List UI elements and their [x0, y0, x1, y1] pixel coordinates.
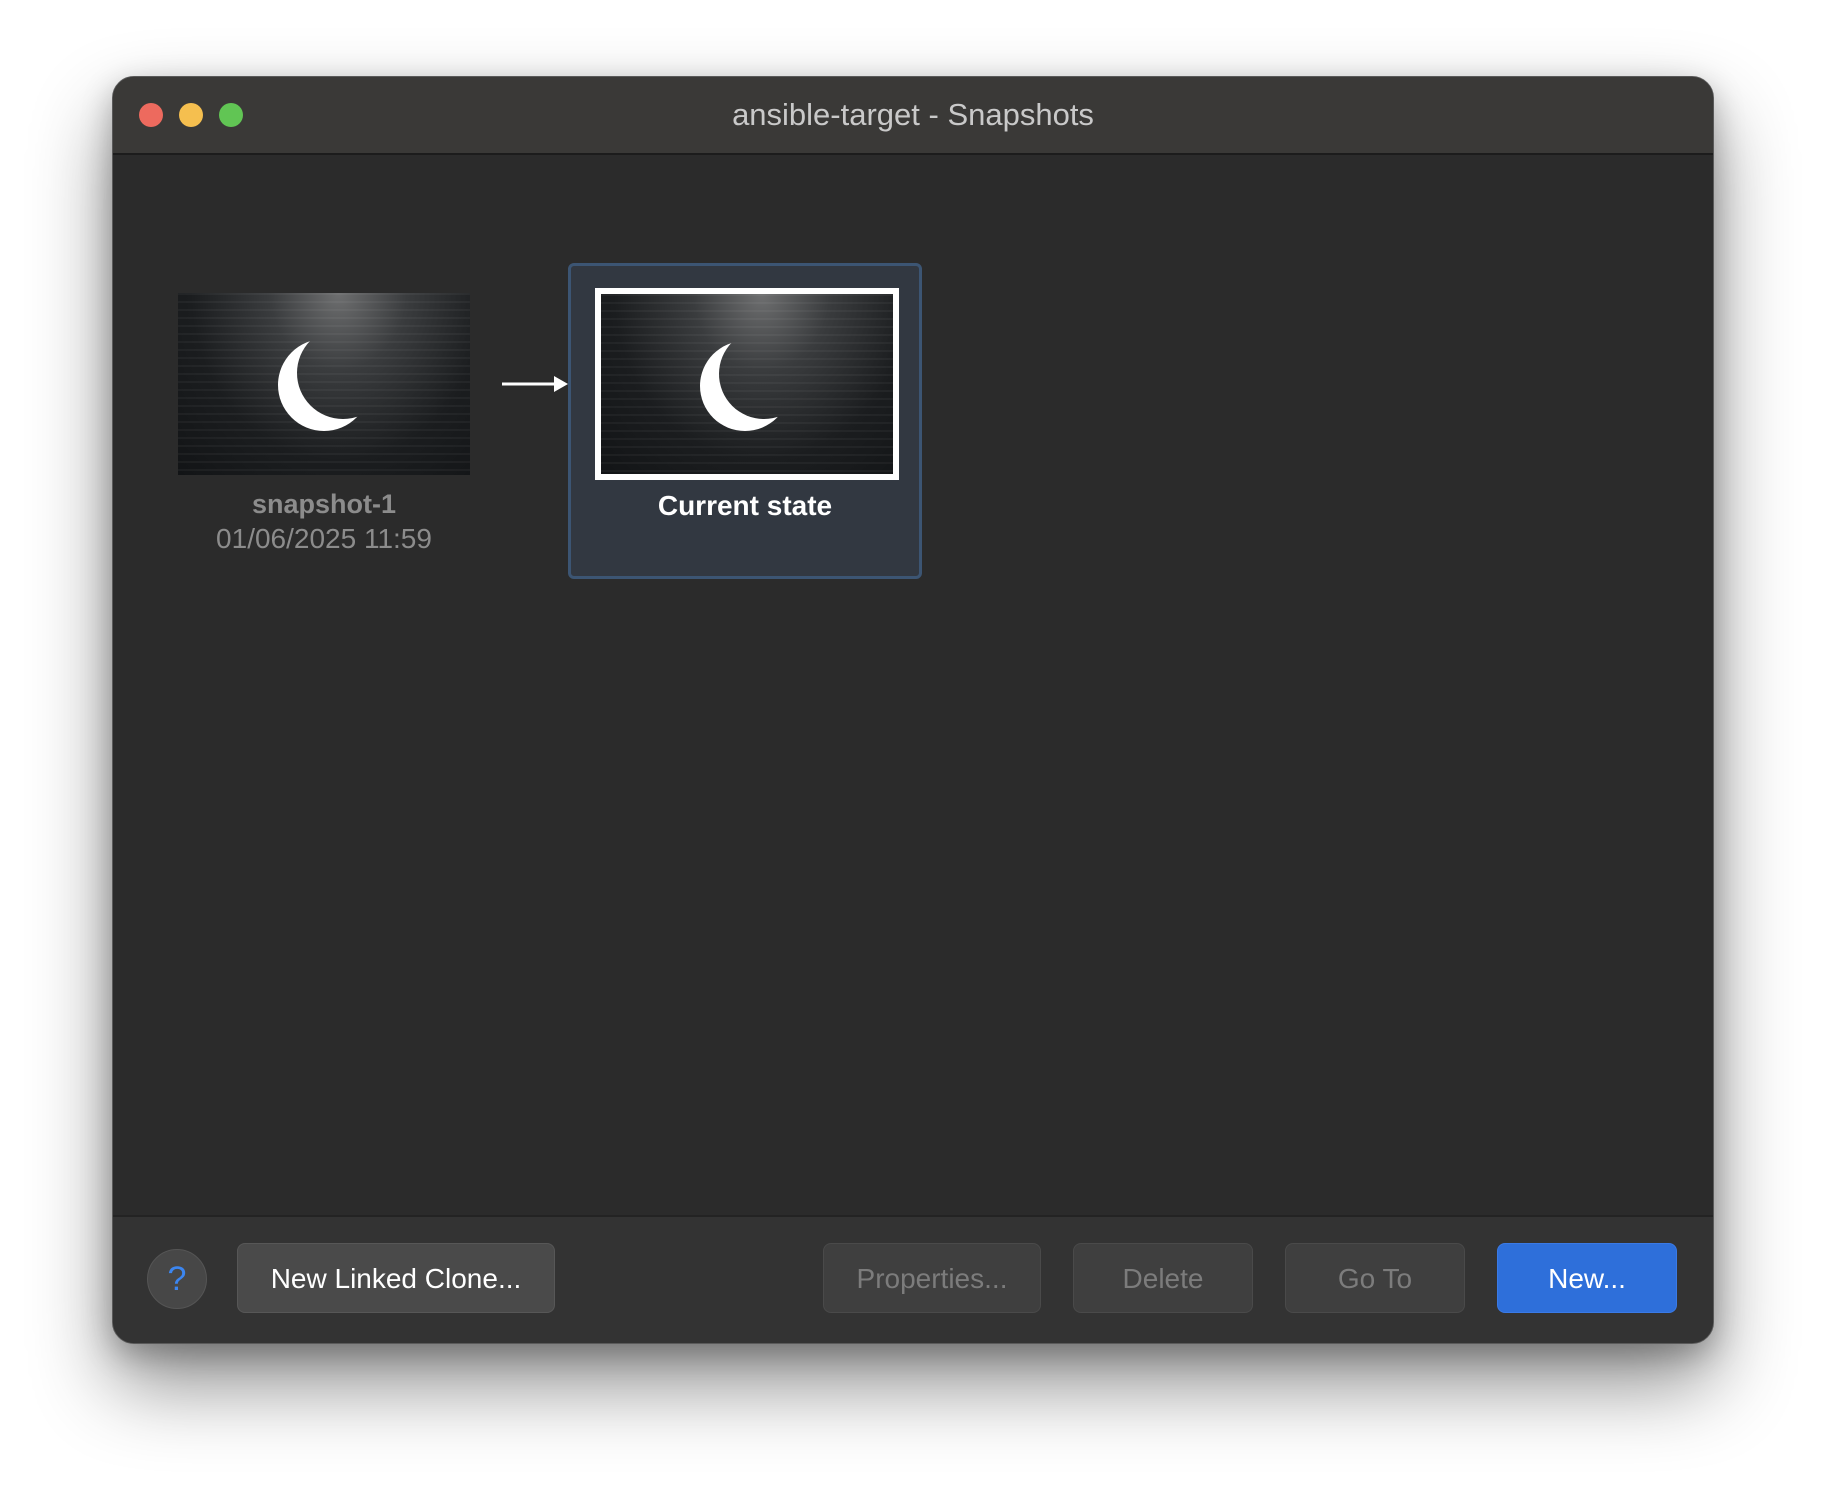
snapshots-window: ansible-target - Snapshots snapshot-1 01 — [112, 76, 1714, 1344]
window-title: ansible-target - Snapshots — [732, 97, 1094, 132]
crescent-moon-icon — [278, 339, 370, 431]
current-state-label: Current state — [657, 490, 833, 521]
snapshot-thumbnail[interactable] — [178, 293, 470, 475]
right-arrow-icon — [502, 376, 568, 392]
crescent-moon-icon — [700, 341, 790, 431]
snapshot-date: 01/06/2025 11:59 — [216, 523, 432, 554]
question-mark-icon: ? — [167, 1260, 187, 1298]
button-bar: ? New Linked Clone... Properties... Dele… — [113, 1215, 1713, 1343]
snapshot-tree-area: snapshot-1 01/06/2025 11:59 Current stat — [113, 155, 1713, 1291]
snapshot-name[interactable]: snapshot-1 — [143, 489, 505, 520]
go-to-button[interactable]: Go To — [1285, 1243, 1465, 1313]
title-bar: ansible-target - Snapshots — [113, 77, 1713, 155]
new-linked-clone-button[interactable]: New Linked Clone... — [237, 1243, 555, 1313]
new-snapshot-button[interactable]: New... — [1497, 1243, 1677, 1313]
delete-button[interactable]: Delete — [1073, 1243, 1253, 1313]
current-state-thumbnail — [595, 288, 899, 480]
help-button[interactable]: ? — [147, 1249, 207, 1309]
properties-button[interactable]: Properties... — [823, 1243, 1041, 1313]
current-state-item[interactable]: Current state — [568, 263, 922, 579]
